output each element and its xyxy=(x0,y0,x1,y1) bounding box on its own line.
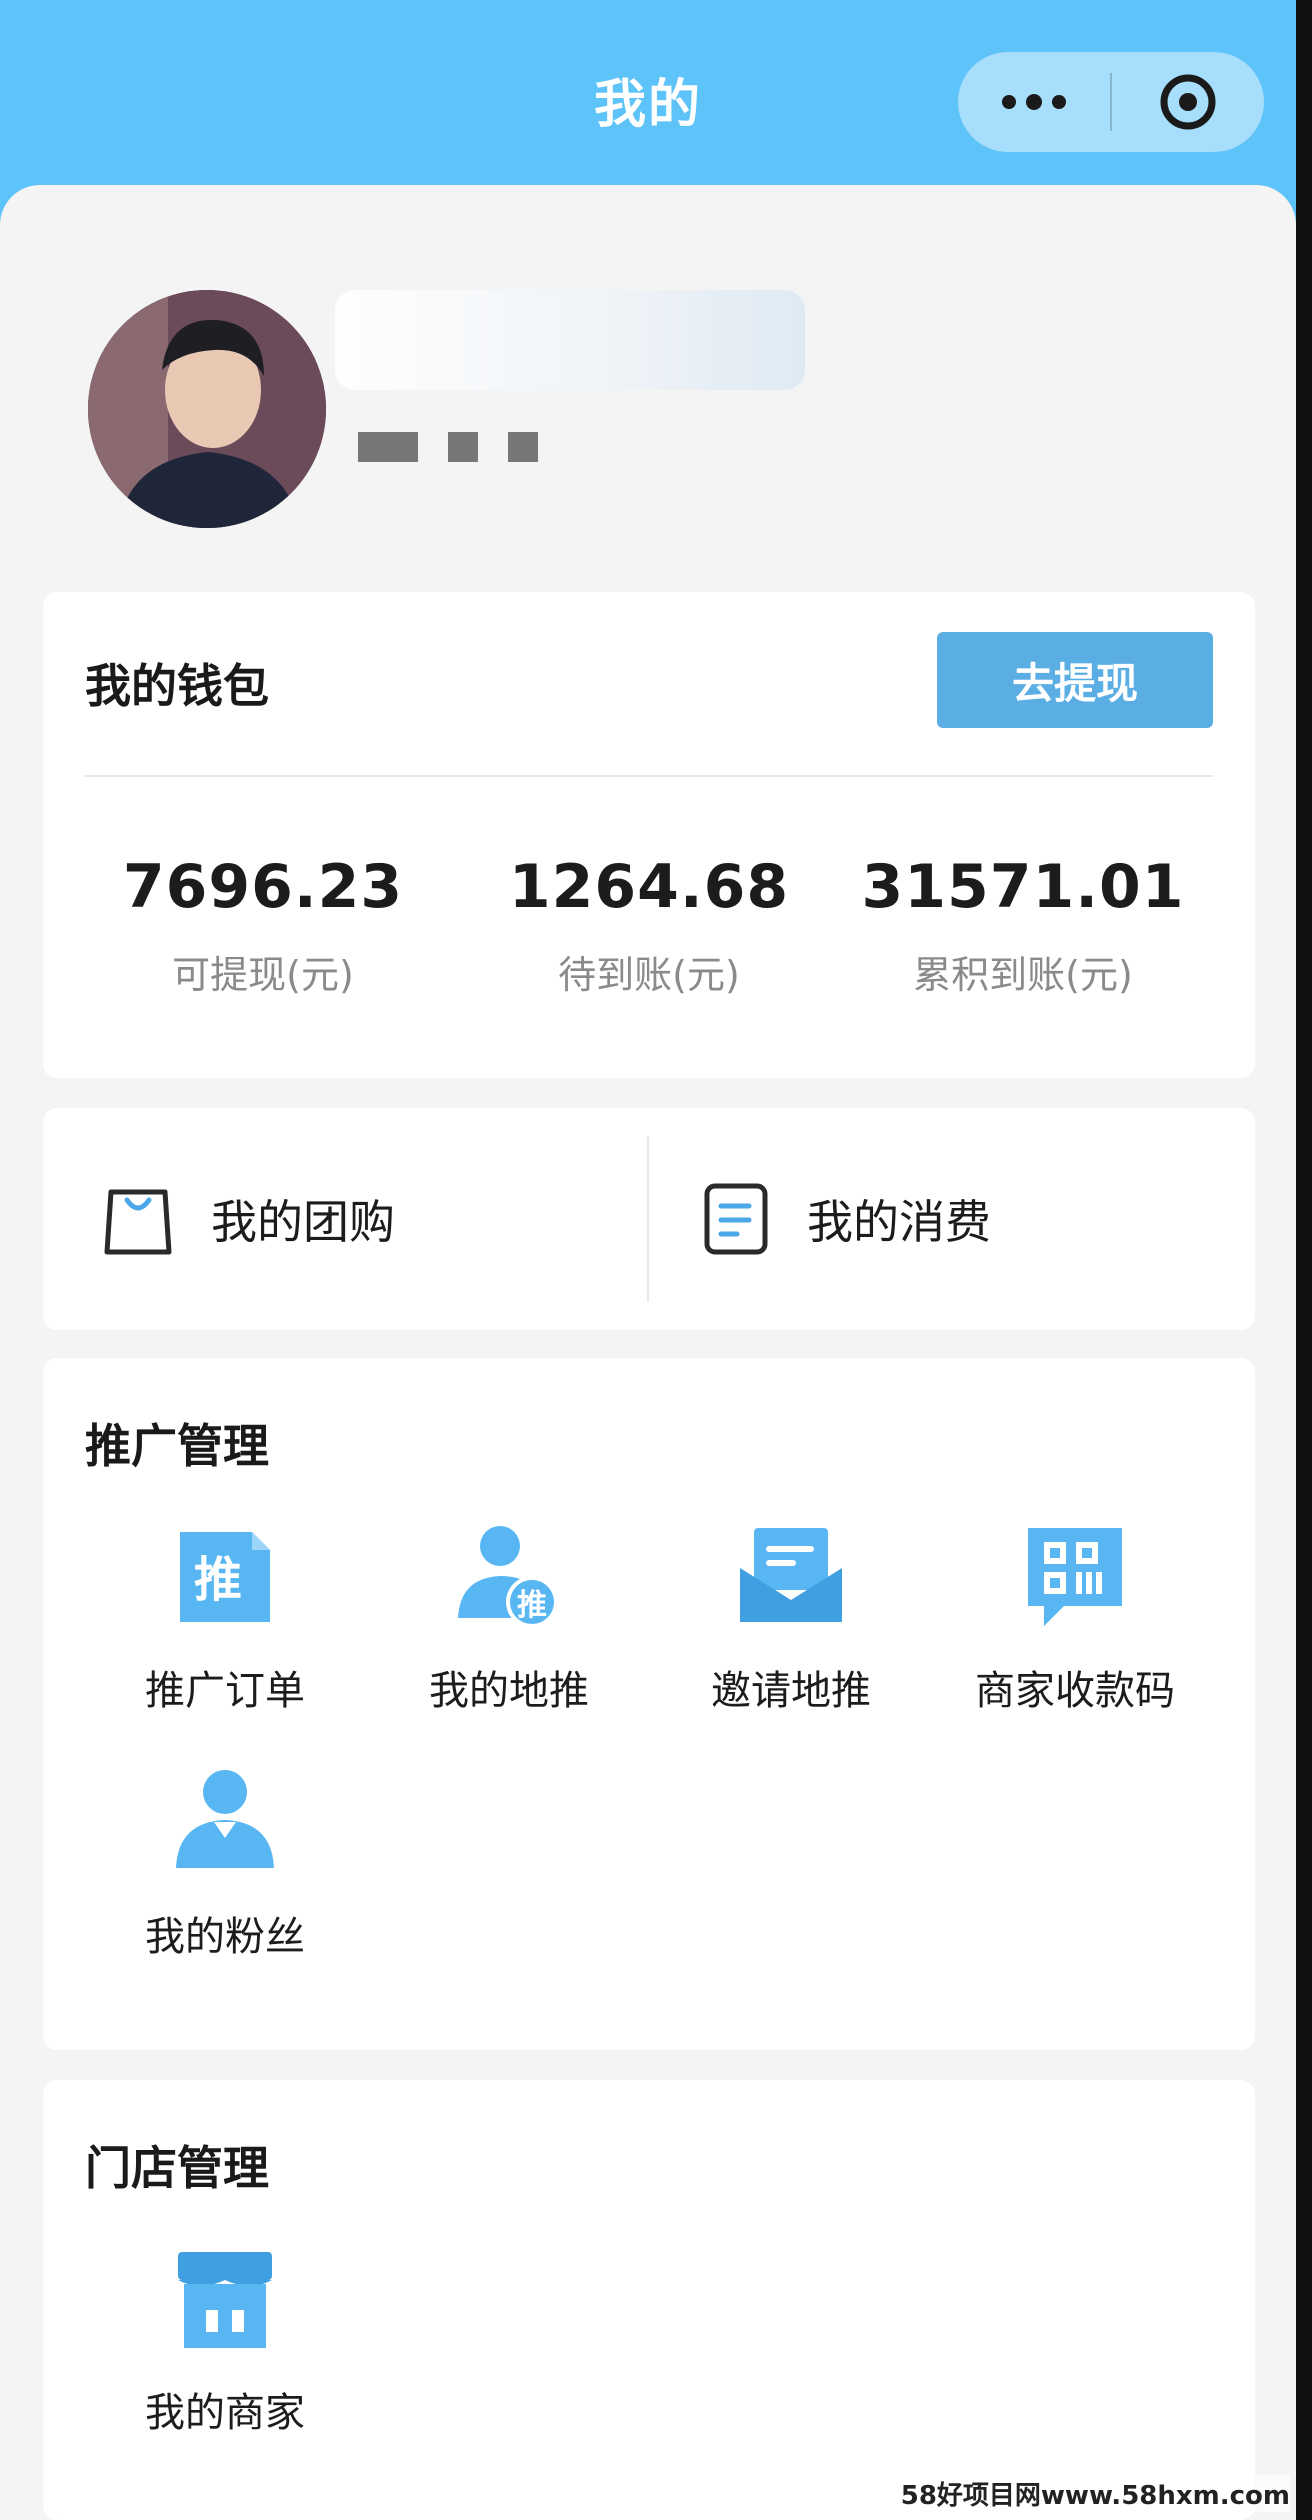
promoter-user-icon: 推 xyxy=(458,1526,558,1628)
wallet-card: 我的钱包 去提现 7696.23 可提现(元) 1264.68 待到账(元) 3… xyxy=(43,592,1255,1078)
svg-text:推: 推 xyxy=(194,1552,242,1608)
more-button[interactable] xyxy=(958,52,1110,152)
username-blurred xyxy=(335,290,805,390)
vertical-divider xyxy=(647,1136,649,1302)
grid-label: 我的商家 xyxy=(145,2390,305,2436)
avatar[interactable] xyxy=(88,290,326,528)
screen-edge xyxy=(1296,0,1312,2520)
shortcut-label: 我的团购 xyxy=(211,1195,395,1249)
more-dots-icon xyxy=(1002,94,1066,110)
receipt-icon xyxy=(704,1183,768,1255)
qr-code-icon xyxy=(1028,1528,1122,1626)
divider xyxy=(85,775,1213,777)
stat-label: 可提现(元) xyxy=(172,953,354,997)
close-miniprogram-button[interactable] xyxy=(1112,52,1264,152)
store-card: 门店管理 我的商家 xyxy=(43,2080,1255,2520)
stat-pending[interactable]: 1264.68 待到账(元) xyxy=(459,852,839,999)
invite-promoter-item[interactable]: 邀请地推 xyxy=(649,1522,933,1716)
watermark-text: 58好项目网www.58hxm.com xyxy=(900,2475,1290,2512)
my-merchant-item[interactable]: 我的商家 xyxy=(83,2244,367,2438)
grid-label: 推广订单 xyxy=(145,1668,305,1714)
invite-envelope-icon xyxy=(740,1528,842,1622)
promo-order-icon: 推 xyxy=(180,1532,270,1622)
grid-label: 我的地推 xyxy=(429,1668,589,1714)
svg-text:推: 推 xyxy=(517,1588,547,1623)
stat-value: 31571.01 xyxy=(861,852,1185,922)
shortcut-label: 我的消费 xyxy=(807,1195,991,1249)
stat-value: 7696.23 xyxy=(122,852,404,922)
withdraw-button[interactable]: 去提现 xyxy=(937,632,1213,728)
stat-label: 待到账(元) xyxy=(558,953,740,997)
avatar-person-icon xyxy=(88,290,326,528)
fans-user-icon xyxy=(176,1770,274,1868)
section-title: 推广管理 xyxy=(85,1419,269,1473)
my-fans-item[interactable]: 我的粉丝 xyxy=(83,1768,367,1962)
merchant-qr-item[interactable]: 商家收款码 xyxy=(933,1522,1217,1716)
promotion-card: 推广管理 推 推广订单 推 我的地推 邀请地推 商家收款码 我的粉丝 xyxy=(43,1358,1255,2050)
my-promoter-item[interactable]: 推 我的地推 xyxy=(367,1522,651,1716)
wallet-title: 我的钱包 xyxy=(85,659,269,713)
grid-label: 邀请地推 xyxy=(711,1668,871,1714)
section-title: 门店管理 xyxy=(85,2141,269,2195)
stat-label: 累积到账(元) xyxy=(913,953,1133,997)
target-close-icon xyxy=(1160,74,1216,130)
stat-value: 1264.68 xyxy=(508,852,790,922)
stat-accumulated[interactable]: 31571.01 累积到账(元) xyxy=(833,852,1213,999)
shop-icon xyxy=(178,2252,272,2348)
miniprogram-capsule xyxy=(958,52,1264,152)
shopping-bag-icon xyxy=(104,1189,172,1255)
user-id-masked xyxy=(358,432,538,462)
my-group-buy-entry[interactable]: 我的团购 xyxy=(103,1108,395,1330)
shortcuts-card: 我的团购 我的消费 xyxy=(43,1108,1255,1330)
my-consumption-entry[interactable]: 我的消费 xyxy=(703,1108,991,1330)
stat-withdrawable[interactable]: 7696.23 可提现(元) xyxy=(73,852,453,999)
grid-label: 我的粉丝 xyxy=(145,1914,305,1960)
grid-label: 商家收款码 xyxy=(975,1668,1175,1714)
promo-order-item[interactable]: 推 推广订单 xyxy=(83,1522,367,1716)
